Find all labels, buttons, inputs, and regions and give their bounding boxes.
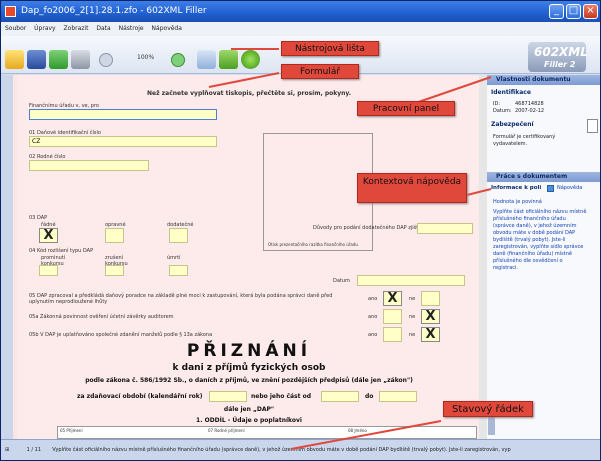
callout-toolbar: Nástrojová lišta — [281, 41, 379, 56]
callout-context-help: Kontextová nápověda — [357, 173, 467, 203]
callout-status-bar: Stavový řádek — [443, 401, 533, 417]
form-arrow — [208, 72, 280, 88]
context-arrow — [466, 188, 492, 196]
callout-form: Formulář — [281, 64, 359, 79]
app-window: Dap_fo2006_2[1].28.1.zfo - 602XML Filler… — [0, 0, 601, 461]
callout-work-panel: Pracovní panel — [357, 101, 455, 116]
status-arrow — [290, 420, 442, 450]
